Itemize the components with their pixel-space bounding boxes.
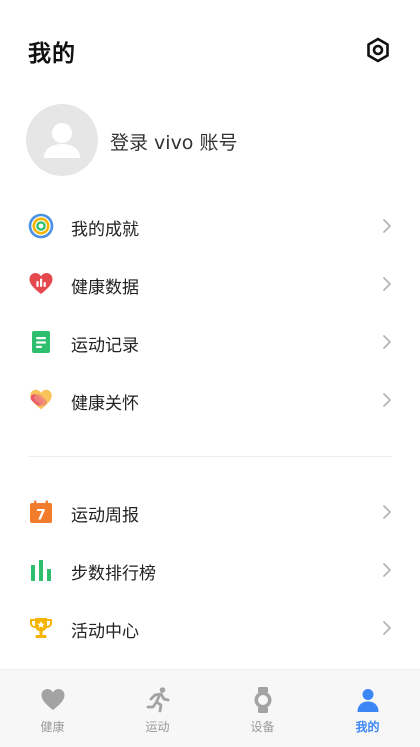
tab-mine[interactable]: 我的: [315, 670, 420, 747]
menu-item-label: 活动中心: [71, 622, 139, 642]
chevron-right-icon: [383, 621, 391, 635]
menu-item-weekly-report[interactable]: 7 运动周报: [0, 483, 420, 541]
chevron-right-icon: [383, 335, 391, 349]
trophy-icon: [30, 618, 52, 638]
menu-item-label: 运动记录: [71, 336, 139, 356]
settings-button[interactable]: [362, 34, 394, 66]
menu-item-step-ranking[interactable]: 步数排行榜: [0, 541, 420, 599]
tab-exercise[interactable]: 运动: [105, 670, 210, 747]
heart-chart-icon: [29, 273, 53, 294]
tab-device[interactable]: 设备: [210, 670, 315, 747]
login-entry[interactable]: 登录 vivo 账号: [0, 100, 420, 180]
menu-item-label: 健康关怀: [71, 394, 139, 414]
tab-label: 设备: [250, 720, 275, 734]
running-icon: [146, 687, 169, 713]
tab-label: 我的: [355, 720, 380, 734]
chevron-right-icon: [383, 393, 391, 407]
login-label: 登录 vivo 账号: [110, 132, 238, 154]
menu-item-health-care[interactable]: 健康关怀: [0, 371, 420, 429]
tab-label: 健康: [40, 720, 65, 734]
tab-label: 运动: [145, 720, 170, 734]
header: 我的: [0, 0, 420, 100]
calendar-day-text: 7: [36, 508, 46, 524]
default-avatar-icon: [44, 123, 80, 158]
page-title: 我的: [28, 41, 76, 67]
bar-chart-icon: [31, 560, 51, 581]
heart-icon: [41, 689, 64, 710]
document-icon: [32, 331, 50, 353]
person-icon: [357, 689, 378, 712]
tab-health[interactable]: 健康: [0, 670, 105, 747]
menu-item-health-data[interactable]: 健康数据: [0, 255, 420, 313]
chevron-right-icon: [383, 277, 391, 291]
achievement-icon: [28, 213, 54, 239]
menu-group-activity: 7 运动周报 步数排行榜 活动中心: [0, 483, 420, 657]
menu-item-activity-center[interactable]: 活动中心: [0, 599, 420, 657]
bottom-tab-bar: 健康 运动 设备 我的: [0, 669, 420, 747]
care-heart-icon: [30, 389, 52, 410]
menu-item-label: 我的成就: [71, 220, 139, 240]
menu-item-exercise-records[interactable]: 运动记录: [0, 313, 420, 371]
menu-item-label: 步数排行榜: [71, 564, 156, 584]
menu-item-label: 健康数据: [71, 278, 139, 298]
calendar-icon: 7: [30, 500, 52, 524]
menu-item-achievements[interactable]: 我的成就: [0, 197, 420, 255]
section-divider: [28, 456, 392, 457]
avatar[interactable]: [26, 104, 98, 176]
watch-icon: [254, 687, 271, 713]
chevron-right-icon: [383, 219, 391, 233]
menu-group-health: 我的成就 健康数据 运动记录 健康关怀: [0, 197, 420, 429]
settings-icon: [367, 37, 389, 63]
chevron-right-icon: [383, 563, 391, 577]
chevron-right-icon: [383, 505, 391, 519]
menu-item-label: 运动周报: [71, 506, 139, 526]
